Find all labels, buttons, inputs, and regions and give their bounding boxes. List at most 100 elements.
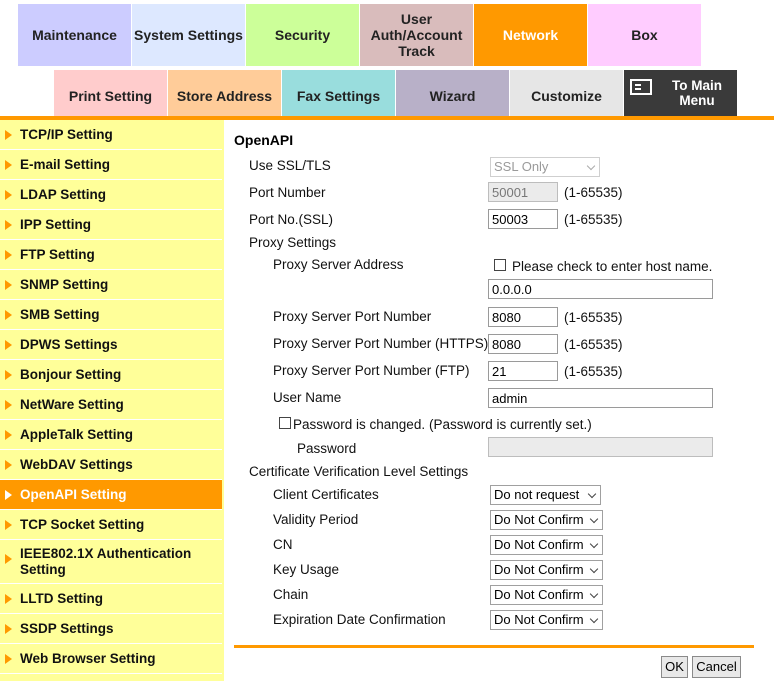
user-name-label: User Name [273,390,342,405]
tab-customize[interactable]: Customize [510,70,623,116]
proxy-port-input[interactable] [488,307,558,327]
nav-label: LLTD Setting [20,591,103,606]
password-changed-label: Password is changed. [293,417,426,432]
cancel-button[interactable]: Cancel [692,656,741,678]
port-ssl-label: Port No.(SSL) [249,212,334,227]
nav-label: SMB Setting [20,307,100,322]
nav-label: TCP Socket Setting [20,517,145,532]
client-cert-label: Client Certificates [273,487,379,502]
left-nav: TCP/IP Setting E-mail Setting LDAP Setti… [0,120,224,681]
nav-label: DPWS Settings [20,337,118,352]
nav-tcpip-setting[interactable]: TCP/IP Setting [0,120,222,150]
arrow-icon [5,129,12,140]
arrow-icon [5,159,12,170]
tab-fax-settings[interactable]: Fax Settings [282,70,395,116]
arrow-icon [5,249,12,260]
cn-value: Do Not Confirm [494,537,584,552]
nav-ftp-setting[interactable]: FTP Setting [0,240,222,270]
nav-ipp-setting[interactable]: IPP Setting [0,210,222,240]
nav-label: NetWare Setting [20,397,124,412]
port-number-range: (1-65535) [564,185,623,200]
arrow-icon [5,279,12,290]
ok-button[interactable]: OK [661,656,688,678]
nav-label: SSDP Settings [20,621,114,636]
proxy-settings-label: Proxy Settings [249,235,337,250]
port-ssl-input[interactable] [488,209,558,229]
tab-store-address[interactable]: Store Address [168,70,281,116]
tab-security[interactable]: Security [246,4,359,66]
chain-select[interactable]: Do Not Confirm [490,585,603,605]
nav-label: Web Browser Setting [20,651,156,666]
nav-label: IPP Setting [20,217,92,232]
nav-smb-setting[interactable]: SMB Setting [0,300,222,330]
tab-maintenance[interactable]: Maintenance [18,4,131,66]
cn-label: CN [273,537,293,552]
proxy-port-label: Proxy Server Port Number [273,309,432,324]
nav-label: AppleTalk Setting [20,427,134,442]
proxy-address-input[interactable] [488,279,713,299]
nav-lltd-setting[interactable]: LLTD Setting [0,584,222,614]
nav-label: OpenAPI Setting [20,487,127,502]
nav-snmp-setting[interactable]: SNMP Setting [0,270,222,300]
tab-network[interactable]: Network [474,4,587,66]
arrow-icon [5,309,12,320]
arrow-icon [5,219,12,230]
tab-wizard[interactable]: Wizard [396,70,509,116]
host-name-checkbox[interactable] [494,259,506,271]
validity-select[interactable]: Do Not Confirm [490,510,603,530]
proxy-port-https-input[interactable] [488,334,558,354]
proxy-port-ftp-label: Proxy Server Port Number (FTP) [273,363,470,378]
to-main-menu-button[interactable]: To Main Menu [624,70,737,116]
nav-label: WebDAV Settings [20,457,133,472]
arrow-icon [5,623,12,634]
cn-select[interactable]: Do Not Confirm [490,535,603,555]
nav-email-setting[interactable]: E-mail Setting [0,150,222,180]
nav-label: TCP/IP Setting [20,127,113,142]
nav-openapi-setting[interactable]: OpenAPI Setting [0,480,222,510]
tab-system-settings[interactable]: System Settings [132,4,245,66]
port-ssl-range: (1-65535) [564,212,623,227]
nav-ssdp-settings[interactable]: SSDP Settings [0,614,222,644]
validity-label: Validity Period [273,512,359,527]
key-usage-label: Key Usage [273,562,340,577]
key-usage-select[interactable]: Do Not Confirm [490,560,603,580]
arrow-icon [5,399,12,410]
chevron-down-icon [589,564,599,574]
use-ssl-select[interactable]: SSL Only [490,157,600,177]
arrow-icon [5,369,12,380]
nav-appletalk-setting[interactable]: AppleTalk Setting [0,420,222,450]
arrow-icon [5,593,12,604]
password-status: (Password is currently set.) [429,417,592,432]
tab-user-auth[interactable]: User Auth/Account Track [360,4,473,66]
user-name-input[interactable] [488,388,713,408]
tab-print-setting[interactable]: Print Setting [54,70,167,116]
chevron-down-icon [589,539,599,549]
tab-box[interactable]: Box [588,4,701,66]
chevron-down-icon [586,161,596,171]
nav-bonjour-setting[interactable]: Bonjour Setting [0,360,222,390]
chain-label: Chain [273,587,309,602]
cert-level-label: Certificate Verification Level Settings [249,464,469,479]
arrow-icon [5,489,12,500]
proxy-port-https-label: Proxy Server Port Number (HTTPS) [273,336,489,351]
nav-webdav-settings[interactable]: WebDAV Settings [0,450,222,480]
arrow-icon [5,429,12,440]
password-input[interactable] [488,437,713,457]
nav-ldap-setting[interactable]: LDAP Setting [0,180,222,210]
password-label: Password [297,441,357,456]
nav-dpws-settings[interactable]: DPWS Settings [0,330,222,360]
port-number-input[interactable] [488,182,558,202]
chevron-down-icon [589,514,599,524]
password-changed-checkbox[interactable] [279,417,291,429]
arrow-icon [5,554,12,564]
nav-netware-setting[interactable]: NetWare Setting [0,390,222,420]
nav-tcp-socket-setting[interactable]: TCP Socket Setting [0,510,222,540]
nav-ieee8021x-setting[interactable]: IEEE802.1X Authentication Setting [0,540,222,584]
nav-web-browser-setting[interactable]: Web Browser Setting [0,644,222,674]
client-cert-select[interactable]: Do not request [490,485,601,505]
proxy-port-ftp-input[interactable] [488,361,558,381]
expiration-select[interactable]: Do Not Confirm [490,610,603,630]
proxy-port-ftp-range: (1-65535) [564,364,623,379]
monitor-icon [630,79,652,95]
port-number-label: Port Number [249,185,326,200]
